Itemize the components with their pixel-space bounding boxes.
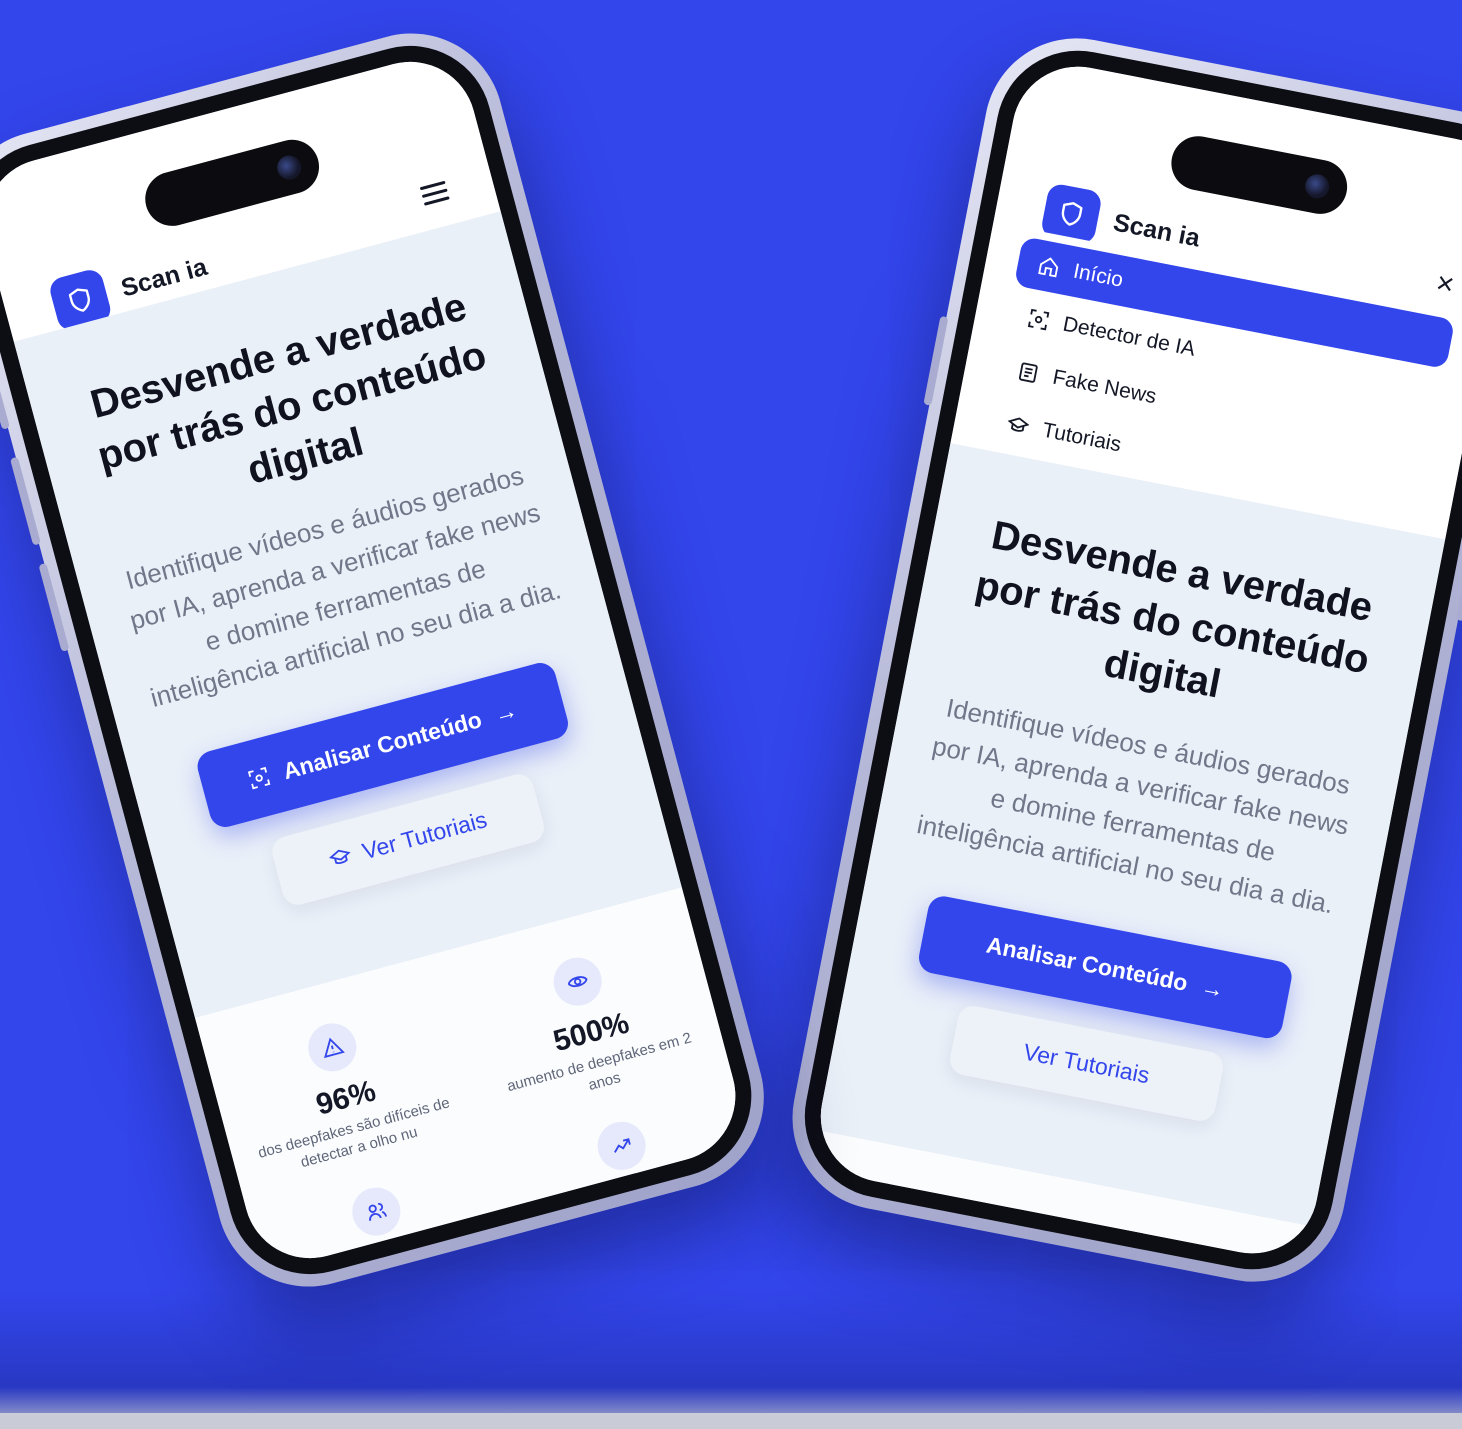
phone-home: Scan ia Desvende a verdade por trás do c…: [0, 12, 785, 1308]
phone-menu-open: Scan ia × Início Detector de IA Fake New…: [776, 22, 1462, 1298]
floor-shadow: [0, 1289, 1462, 1429]
nav-item-label: Detector de IA: [1061, 312, 1198, 361]
arrow-right-icon: →: [491, 696, 521, 728]
camera-icon: [1303, 172, 1332, 201]
phone-screen: Scan ia × Início Detector de IA Fake New…: [809, 55, 1462, 1265]
nav-item-label: Fake News: [1050, 365, 1159, 409]
button-label: Ver Tutoriais: [359, 805, 490, 864]
users-icon: [346, 1182, 406, 1241]
trending-up-icon: [592, 1116, 652, 1176]
camera-icon: [274, 152, 304, 183]
button-label: Ver Tutoriais: [1021, 1037, 1152, 1088]
brand-name: Scan ia: [1111, 207, 1203, 253]
stat-card: 96% dos deepfakes são difíceis de detect…: [225, 997, 464, 1185]
arrow-right-icon: →: [1198, 972, 1227, 1003]
nav-item-label: Tutoriais: [1040, 418, 1124, 457]
graduation-cap-icon: [1007, 417, 1030, 432]
button-label: Analisar Conteúdo: [984, 930, 1191, 996]
stat-card: 3.2B pessoas expostas a fake news diaria…: [269, 1161, 508, 1273]
hero-section: Desvende a verdade por trás do conteúdo …: [13, 211, 682, 1018]
graduation-cap-icon: [329, 849, 351, 864]
warning-icon: [302, 1017, 362, 1077]
button-label: Analisar Conteúdo: [280, 705, 485, 784]
stat-card: 500% aumento de deepfakes em 2 anos: [470, 931, 709, 1119]
floor-edge: [0, 1413, 1462, 1429]
newspaper-icon: [1018, 362, 1038, 383]
home-icon: [1038, 257, 1059, 278]
scan-icon: [248, 766, 271, 790]
eye-icon: [548, 952, 608, 1012]
close-menu-icon[interactable]: ×: [1433, 266, 1457, 303]
nav-item-label: Início: [1071, 259, 1126, 292]
scan-icon: [1027, 308, 1050, 331]
hamburger-menu-icon[interactable]: [419, 180, 451, 211]
